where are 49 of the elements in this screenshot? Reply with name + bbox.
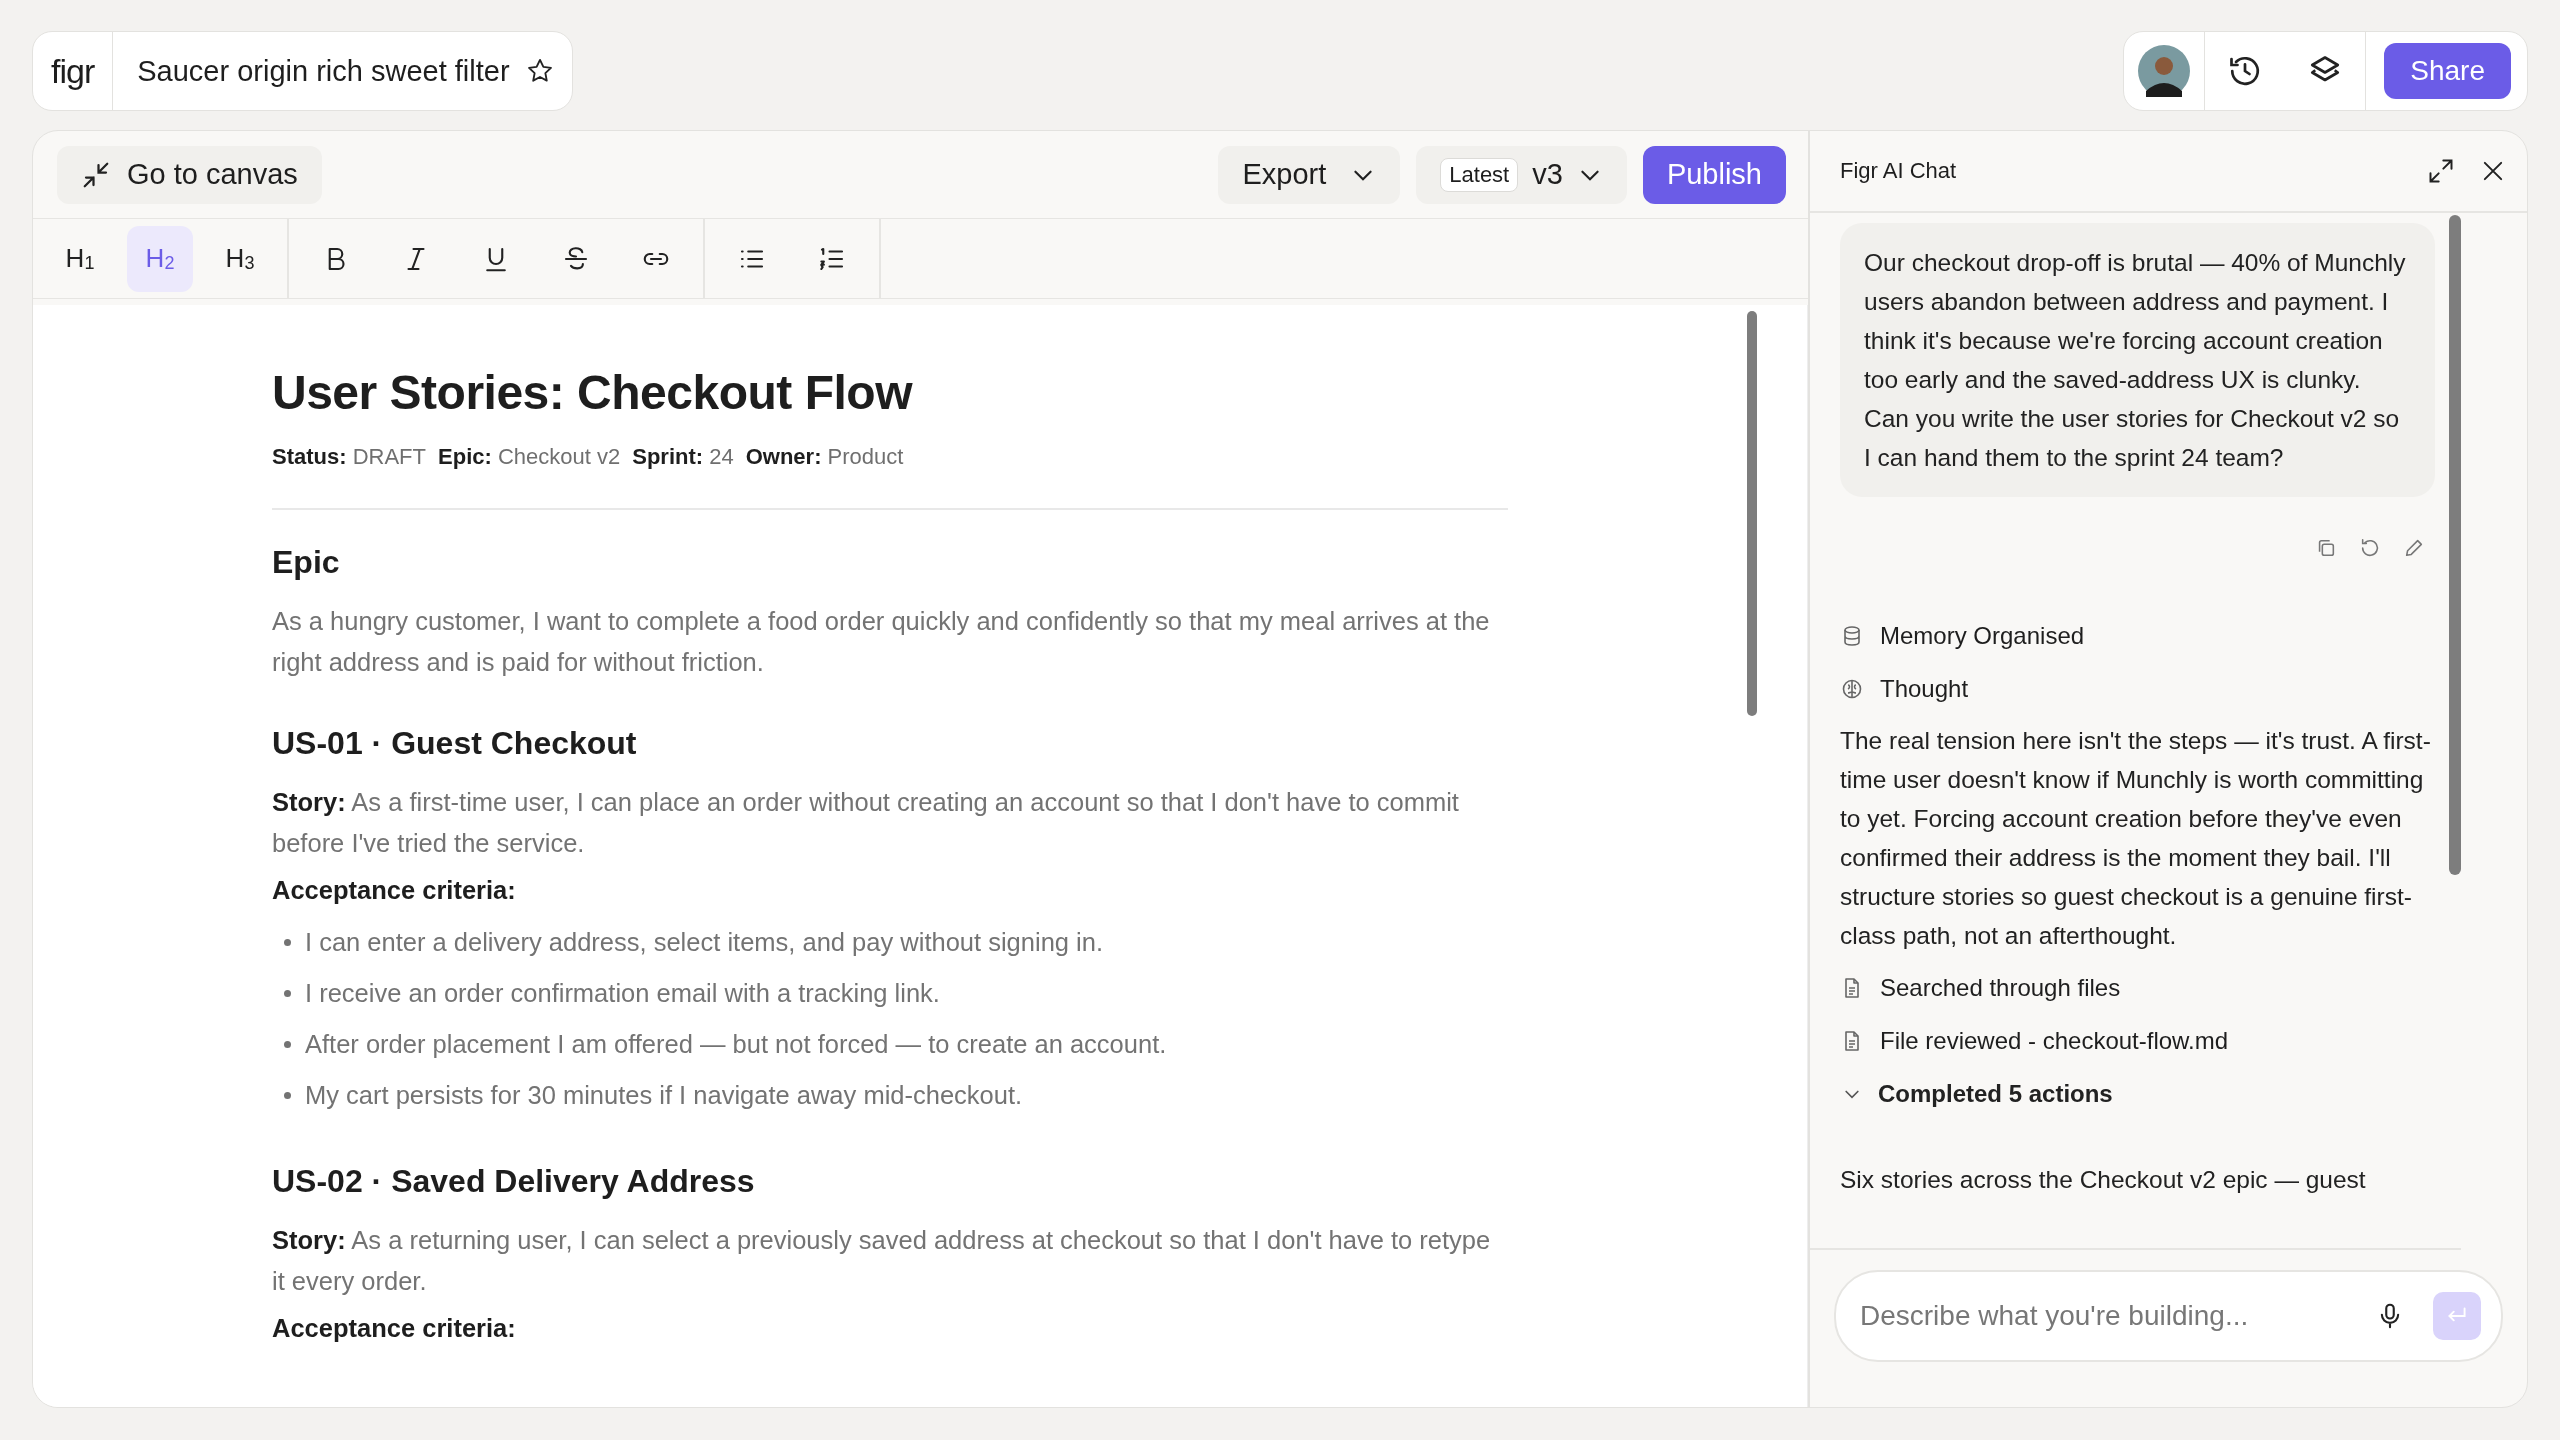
expand-icon[interactable]: [2427, 157, 2455, 185]
section-heading: US-01 · Guest Checkout: [272, 725, 638, 762]
section-heading: Epic: [272, 544, 341, 581]
activity-step: Searched through files: [1880, 973, 2121, 1002]
file-name[interactable]: Saucer origin rich sweet filter: [113, 54, 526, 88]
assistant-message: The real tension here isn't the steps — it's trust. A first-time user doesn't know if Munchly is worth committing to yet. Forcing account creation before they've even confirmed their address is the moment they bail. I'll structure stories so guest checkout is a genuine first-class path, not an afterthought.: [1840, 726, 2432, 951]
paragraph: Story: As a first-time user, I can place an order without creating an account so that I don't have to commit before I've tried the service.: [272, 787, 1460, 859]
pencil-icon[interactable]: [2403, 537, 2425, 559]
publish-button[interactable]: Publish: [1642, 145, 1786, 204]
criterion: After order placement I am offered — but not forced — to create an account.: [305, 1029, 1167, 1060]
paragraph: Story: As a returning user, I can select a previously saved address at checkout so that I don't have to retype it every order.: [272, 1225, 1492, 1297]
criteria-label: Acceptance criteria:: [272, 876, 517, 905]
criteria-label: Acceptance criteria:: [272, 1314, 517, 1343]
activity-step: Thought: [1880, 674, 1969, 703]
activity-step: Memory Organised: [1880, 621, 2085, 650]
document-title: User Stories: Checkout Flow: [272, 365, 914, 420]
scrollbar[interactable]: [2449, 215, 2461, 875]
bullet-icon: [284, 939, 291, 946]
paragraph: As a hungry customer, I want to complete a food order quickly and confidently so that my meal arrives at the right address and is paid for without friction.: [272, 606, 1491, 678]
h1-tool[interactable]: H$_{1}$: [47, 225, 113, 292]
scrollbar[interactable]: [1747, 311, 1757, 716]
avatar[interactable]: [2138, 45, 2191, 97]
user-message: Our checkout drop-off is brutal — 40% of Munchly users abandon between address and payment. I think it's because we're forcing account creation too early and the saved-address UX is clunky. Can you write the user stories for Checkout v2 so I can hand them to the sprint 24 team?: [1840, 223, 2435, 497]
version-dropdown[interactable]: Latest v3: [1416, 145, 1627, 204]
meta-field: Status: DRAFT: [272, 444, 426, 470]
export-dropdown[interactable]: Export: [1218, 145, 1401, 204]
criterion: I can enter a delivery address, select items, and pay without signing in.: [305, 927, 1103, 958]
logo[interactable]: figr: [33, 32, 114, 110]
criterion: I receive an order confirmation email with a tracking link.: [305, 978, 940, 1009]
activity-step: File reviewed - checkout-flow.md: [1880, 1026, 2229, 1055]
go-to-canvas-button[interactable]: Go to canvas: [57, 145, 322, 204]
meta-field: Owner: Product: [745, 444, 904, 470]
bullet-icon: [284, 1041, 291, 1048]
star-icon[interactable]: [525, 57, 554, 85]
criterion: My cart persists for 30 minutes if I navigate away mid-checkout.: [305, 1080, 1023, 1111]
chat-input[interactable]: Describe what you're building...: [1834, 1270, 2503, 1362]
version-tag: Latest: [1440, 157, 1519, 192]
bullet-icon: [284, 990, 291, 997]
retry-icon[interactable]: [2359, 537, 2381, 559]
meta-field: Epic: Checkout v2: [438, 444, 621, 470]
actions-toggle[interactable]: Completed 5 actions: [1840, 1067, 2113, 1120]
chat-title: Figr AI Chat: [1840, 158, 1958, 184]
h2-tool[interactable]: H$_{2}$: [127, 225, 193, 292]
h3-tool[interactable]: H$_{3}$: [207, 225, 273, 292]
share-button[interactable]: Share: [2384, 43, 2511, 99]
meta-field: Sprint: 24: [632, 444, 734, 470]
section-heading: US-02 · Saved Delivery Address: [272, 1163, 756, 1200]
assistant-message: Six stories across the Checkout v2 epic — guest: [1840, 1165, 2367, 1195]
bullet-icon: [284, 1092, 291, 1099]
